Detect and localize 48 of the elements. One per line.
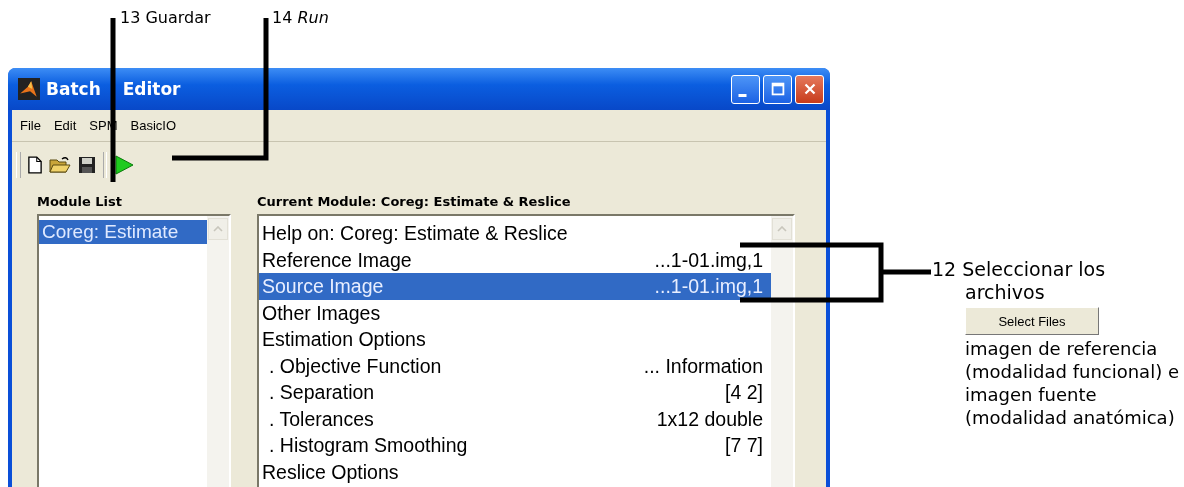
item-label: . Separation (269, 380, 375, 405)
list-item[interactable]: Reference Image ...1-01.img,1 (259, 246, 771, 273)
item-value: [4 2] (724, 380, 763, 405)
list-item[interactable]: . Objective Function ... Information (259, 352, 771, 379)
minimize-icon (738, 93, 747, 97)
item-label: . Histogram Smoothing (269, 433, 468, 458)
scrollbar[interactable] (207, 216, 229, 487)
new-document-icon[interactable] (28, 156, 42, 174)
item-label: Other Images (262, 300, 381, 326)
item-label: . Objective Function (269, 353, 442, 379)
item-value: ...1-01.img,1 (653, 274, 763, 299)
play-icon[interactable] (114, 155, 134, 175)
callout-text: imagen de referencia (modalidad funcional) e imagen fuente (modalidad anatómica) (965, 337, 1180, 429)
item-label: Source Image (262, 274, 384, 299)
list-item[interactable]: Estimation Options (259, 326, 771, 353)
item-label: . Tolerances (269, 406, 374, 432)
maximize-button[interactable] (763, 74, 792, 104)
item-value: ... Information (642, 353, 763, 379)
callout-label: 12 Seleccionar los archivos (932, 258, 1107, 304)
minimize-button[interactable] (731, 74, 760, 104)
menu-item[interactable]: Edit (53, 118, 77, 133)
list-item[interactable]: . Separation [4 2] (259, 379, 771, 406)
list-item[interactable]: Help on: Coreg: Estimate & Reslice (259, 220, 771, 247)
close-button[interactable] (795, 74, 824, 104)
callout-label: 14 Run (272, 8, 329, 27)
item-value: [7 7] (724, 433, 763, 458)
list-item[interactable]: Other Images (259, 299, 771, 326)
panel-title: Current Module: Coreg: Estimate & Reslice (257, 194, 572, 211)
item-value: ...1-01.img,1 (653, 247, 763, 273)
menu-item[interactable]: BasicIO (130, 118, 177, 133)
item-label: Help on: Coreg: Estimate & Reslice (262, 221, 568, 246)
item-label: Reference Image (262, 247, 412, 273)
select-files-button[interactable]: Select Files (965, 307, 1099, 335)
list-item[interactable]: . Histogram Smoothing [7 7] (259, 432, 771, 459)
item-label: Estimation Options (262, 327, 426, 352)
item-value: 1x12 double (655, 406, 763, 432)
panel-title: Module List (37, 194, 123, 211)
open-folder-icon[interactable] (49, 156, 71, 174)
window-title: Batch Editor (46, 79, 182, 99)
list-item[interactable]: Reslice Options (259, 458, 771, 485)
app-icon (18, 78, 40, 100)
menu-item[interactable]: File (20, 118, 41, 133)
list-item[interactable]: Coreg: Estimate (39, 220, 207, 244)
list-item[interactable]: Source Image ...1-01.img,1 (259, 273, 771, 300)
scrollbar[interactable] (771, 216, 793, 487)
list-item[interactable]: . Tolerances 1x12 double (259, 405, 771, 432)
callout-label: 13 Guardar (120, 8, 211, 27)
item-label: Reslice Options (262, 459, 399, 485)
